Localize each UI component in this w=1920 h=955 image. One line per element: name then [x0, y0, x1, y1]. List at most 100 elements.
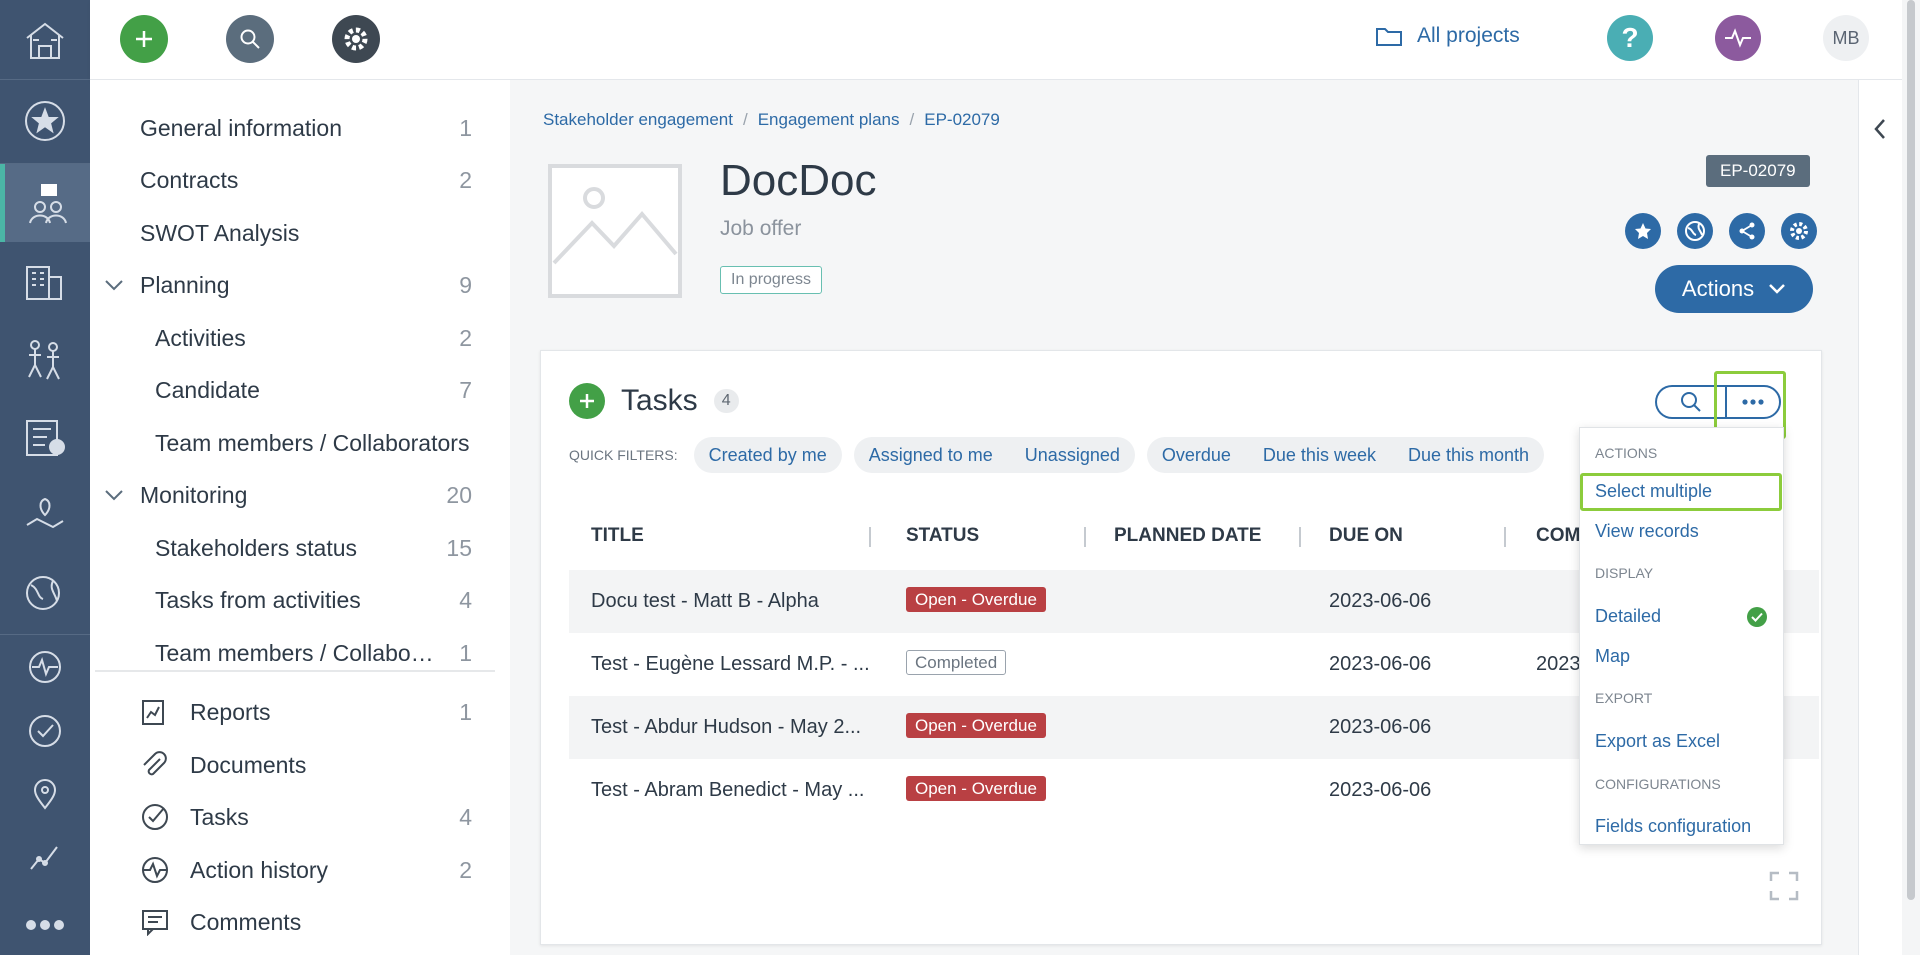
- help-icon[interactable]: ?: [1607, 15, 1653, 61]
- chevron-down-icon[interactable]: [104, 279, 124, 291]
- chevron-down-icon[interactable]: [104, 489, 124, 501]
- menu-fields-configuration[interactable]: Fields configuration: [1595, 816, 1751, 837]
- nav-tasks[interactable]: Tasks 4: [90, 792, 510, 842]
- search-icon[interactable]: [226, 15, 274, 63]
- task-due-date: 2023-06-06: [1329, 779, 1432, 801]
- task-title[interactable]: Docu test - Matt B - Alpha: [591, 590, 871, 613]
- nav-contracts[interactable]: Contracts 2: [90, 155, 510, 205]
- stakeholder-icon[interactable]: [0, 164, 90, 242]
- star-icon[interactable]: [0, 82, 90, 160]
- nav-documents[interactable]: Documents: [90, 740, 510, 790]
- share-icon[interactable]: [1729, 213, 1765, 249]
- breadcrumb-engagement-plans[interactable]: Engagement plans: [758, 110, 900, 130]
- record-navigation: General information 1 Contracts 2 SWOT A…: [90, 80, 510, 955]
- status-badge: In progress: [720, 266, 823, 294]
- filter-created-by-me[interactable]: Created by me: [709, 445, 827, 466]
- nav-reports[interactable]: Reports 1: [90, 687, 510, 737]
- add-icon[interactable]: [120, 15, 168, 63]
- paperclip-icon: [143, 751, 167, 776]
- nav-general-information[interactable]: General information 1: [90, 103, 510, 153]
- expand-fullscreen-icon[interactable]: [1769, 871, 1799, 906]
- filter-due-this-month[interactable]: Due this month: [1408, 445, 1529, 466]
- pulse-icon: [142, 857, 168, 883]
- task-due-date: 2023-06-06: [1329, 590, 1432, 612]
- nav-activities[interactable]: Activities 2: [90, 313, 510, 363]
- menu-section-export: EXPORT: [1595, 690, 1653, 706]
- task-title[interactable]: Test - Abram Benedict - May ...: [591, 779, 871, 802]
- settings-gear-icon[interactable]: [332, 15, 380, 63]
- task-title[interactable]: Test - Eugène Lessard M.P. - ...: [591, 653, 871, 676]
- globe-icon[interactable]: [1677, 213, 1713, 249]
- chevron-left-icon[interactable]: [1873, 118, 1887, 140]
- nav-planning[interactable]: Planning 9: [90, 260, 510, 310]
- actions-button[interactable]: Actions: [1655, 265, 1813, 313]
- settings-gear-icon[interactable]: [1781, 213, 1817, 249]
- tasks-title: Tasks: [621, 384, 698, 417]
- globe-leaf-icon[interactable]: [0, 554, 90, 632]
- task-due-date: 2023-06-06: [1329, 653, 1432, 675]
- check-icon: [1747, 607, 1767, 627]
- folder-icon: [1376, 28, 1402, 46]
- nav-monitoring[interactable]: Monitoring 20: [90, 470, 510, 520]
- check-circle-icon: [142, 804, 168, 830]
- activity-pulse-icon[interactable]: [1715, 15, 1761, 61]
- tasks-panel-header: Tasks 4: [569, 383, 739, 419]
- task-title[interactable]: Test - Abdur Hudson - May 2...: [591, 716, 871, 739]
- report-icon: [142, 700, 164, 725]
- filter-unassigned[interactable]: Unassigned: [1025, 445, 1120, 466]
- filter-assigned-to-me[interactable]: Assigned to me: [869, 445, 993, 466]
- chevron-down-icon: [1769, 284, 1785, 294]
- quick-filters-label: QUICK FILTERS:: [569, 447, 678, 463]
- all-projects-link[interactable]: All projects: [1375, 24, 1520, 48]
- column-completed[interactable]: COM: [1536, 525, 1580, 547]
- record-subtitle: Job offer: [720, 217, 802, 240]
- status-badge: Open - Overdue: [906, 587, 1046, 612]
- all-projects-label: All projects: [1417, 24, 1520, 47]
- menu-display-detailed[interactable]: Detailed: [1595, 606, 1661, 627]
- filter-group-due: Overdue Due this week Due this month: [1146, 437, 1545, 473]
- column-planned-date[interactable]: PLANNED DATE: [1114, 525, 1261, 547]
- chart-line-icon[interactable]: [0, 818, 90, 896]
- map-pin-icon[interactable]: [0, 476, 90, 554]
- record-icon-bar: [1625, 213, 1817, 249]
- filter-due-this-week[interactable]: Due this week: [1263, 445, 1376, 466]
- page-scrollbar[interactable]: [1902, 0, 1920, 955]
- favorite-star-icon[interactable]: [1625, 213, 1661, 249]
- people-icon[interactable]: [0, 320, 90, 398]
- menu-export-excel[interactable]: Export as Excel: [1595, 731, 1720, 752]
- right-collapse-panel: [1858, 80, 1902, 955]
- column-status[interactable]: STATUS: [906, 525, 979, 547]
- nav-candidate[interactable]: Candidate 7: [90, 365, 510, 415]
- select-multiple-highlight: [1580, 473, 1782, 511]
- avatar[interactable]: MB: [1823, 15, 1869, 61]
- nav-stakeholders-status[interactable]: Stakeholders status 15: [90, 523, 510, 573]
- nav-swot-analysis[interactable]: SWOT Analysis: [90, 208, 510, 258]
- filter-group-created: Created by me: [693, 437, 842, 473]
- breadcrumb-current[interactable]: EP-02079: [924, 110, 1000, 130]
- filter-overdue[interactable]: Overdue: [1162, 445, 1231, 466]
- menu-section-actions: ACTIONS: [1595, 445, 1658, 461]
- column-due-on[interactable]: DUE ON: [1329, 525, 1403, 547]
- search-icon: [1681, 392, 1701, 412]
- status-badge: Completed: [906, 650, 1007, 675]
- nav-tasks-from-activities[interactable]: Tasks from activities 4: [90, 575, 510, 625]
- checklist-icon[interactable]: [0, 398, 90, 476]
- home-icon[interactable]: [0, 0, 90, 80]
- nav-team-members-planning[interactable]: Team members / Collaborators: [90, 418, 510, 468]
- scrollbar-thumb[interactable]: [1907, 0, 1915, 900]
- nav-comments[interactable]: Comments: [90, 897, 510, 947]
- task-completed-date: 2023: [1536, 653, 1581, 675]
- menu-display-map[interactable]: Map: [1595, 646, 1630, 667]
- column-title[interactable]: TITLE: [591, 525, 644, 547]
- add-task-icon[interactable]: [569, 383, 605, 419]
- quick-filters: QUICK FILTERS: Created by me Assigned to…: [569, 437, 1545, 473]
- breadcrumb-stakeholder-engagement[interactable]: Stakeholder engagement: [543, 110, 733, 130]
- nav-divider: [95, 670, 495, 672]
- building-icon[interactable]: [0, 242, 90, 320]
- more-icon[interactable]: [0, 886, 90, 955]
- actions-label: Actions: [1681, 276, 1755, 301]
- nav-action-history[interactable]: Action history 2: [90, 845, 510, 895]
- app-rail: [0, 0, 90, 955]
- menu-view-records[interactable]: View records: [1595, 521, 1699, 542]
- filter-group-assigned: Assigned to me Unassigned: [853, 437, 1135, 473]
